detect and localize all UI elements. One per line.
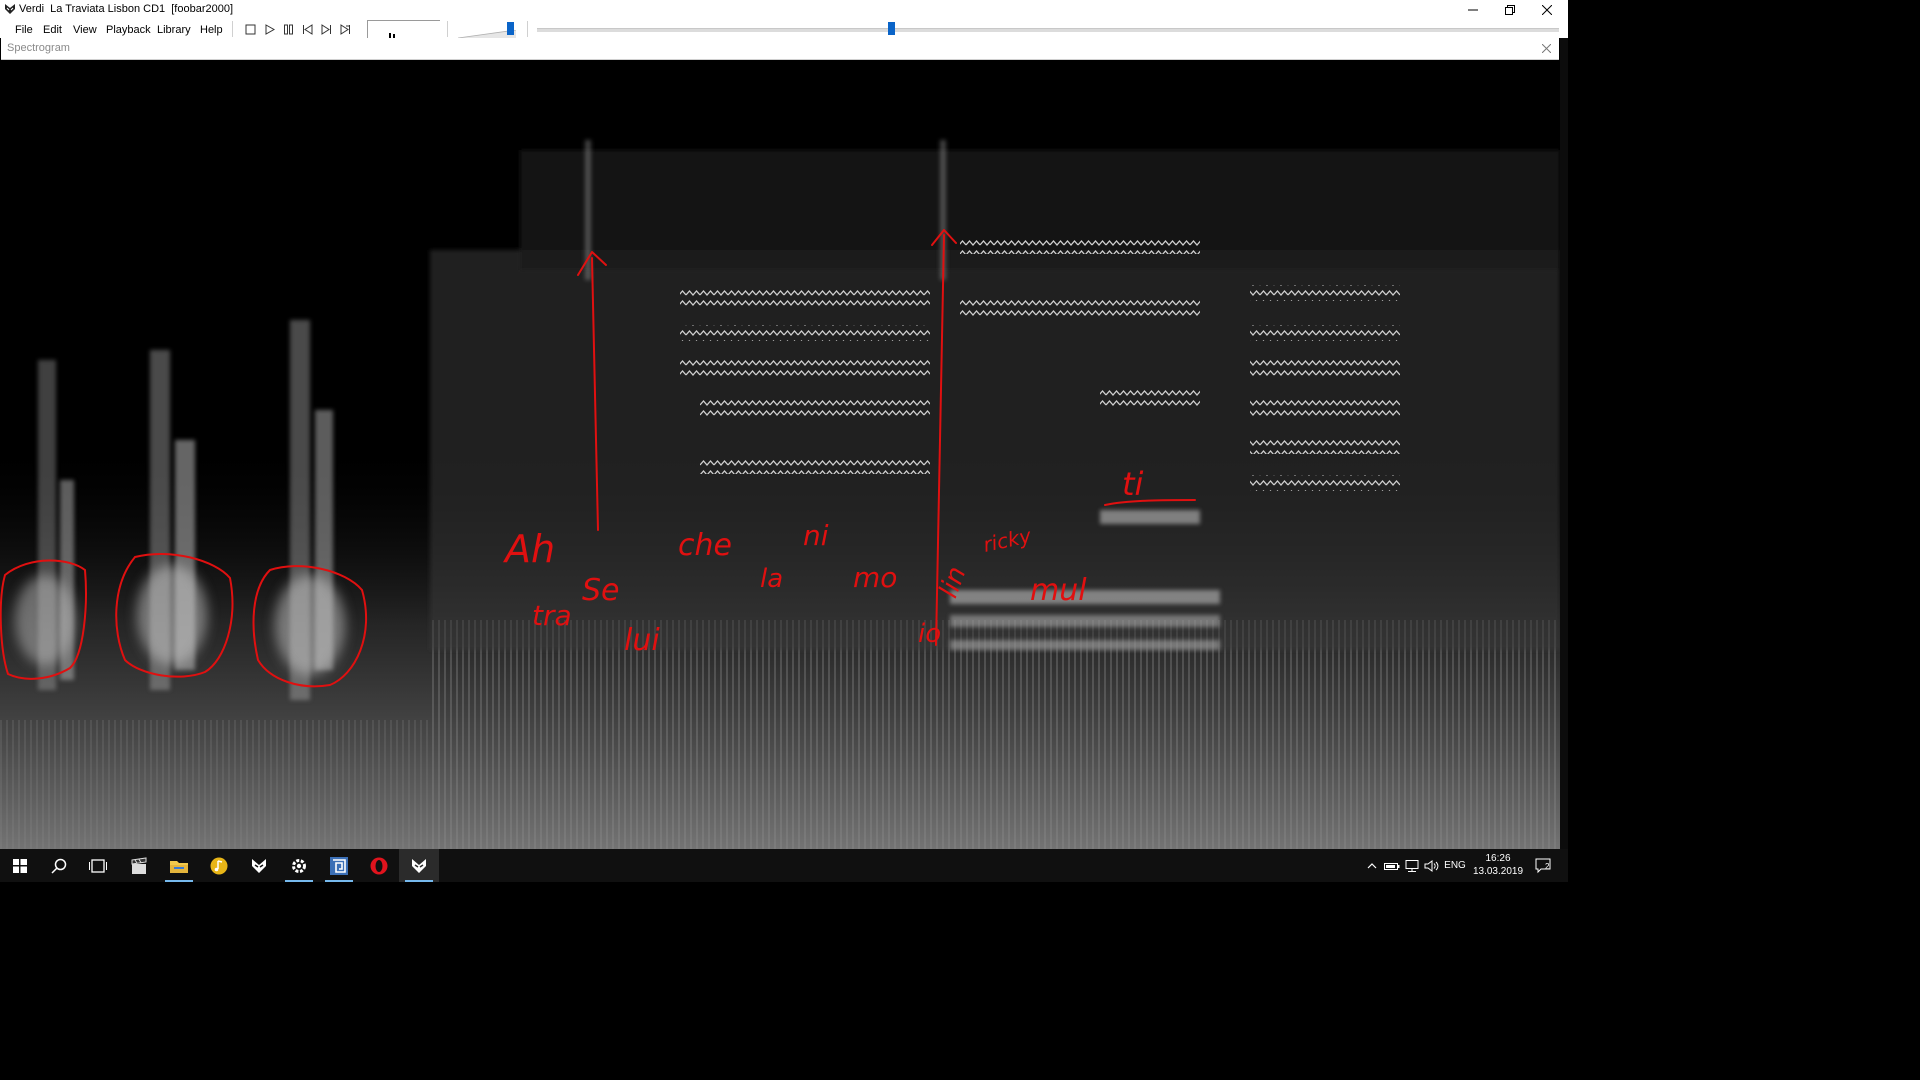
battery-icon: [1384, 862, 1400, 870]
search-button[interactable]: [39, 849, 79, 882]
action-center-button[interactable]: 2: [1532, 849, 1556, 882]
notification-count: 2: [1545, 862, 1550, 871]
previous-icon: [302, 23, 312, 35]
taskbar-app-opera[interactable]: [359, 849, 399, 882]
menu-library[interactable]: Library: [157, 24, 191, 36]
volume-button[interactable]: [1423, 849, 1441, 882]
fox-icon: [252, 858, 266, 873]
taskbar-app-foobar2000[interactable]: [399, 849, 439, 882]
play-icon: [265, 23, 275, 35]
taskbar: ENG 16:26 13.03.2019 2: [0, 849, 1568, 882]
minimize-icon: [1468, 9, 1478, 11]
stop-icon: [245, 24, 255, 34]
maximize-button[interactable]: [1492, 0, 1528, 20]
speaker-icon: [1424, 859, 1439, 872]
taskbar-app-music[interactable]: [199, 849, 239, 882]
panel-edge: [1560, 38, 1568, 849]
window-title: Verdi La Traviata Lisbon CD1 [foobar2000…: [19, 3, 234, 15]
windows-icon: [13, 858, 27, 873]
gear-icon: [292, 858, 306, 873]
clapperboard-icon: [131, 856, 147, 874]
task-view-button[interactable]: [78, 849, 118, 882]
clock-time: 16:26: [1485, 853, 1511, 864]
network-button[interactable]: [1402, 849, 1422, 882]
close-button[interactable]: [1529, 0, 1565, 20]
annotation-word: che: [678, 528, 732, 563]
visualization-box: [367, 20, 440, 38]
annotation-word: mul: [1030, 573, 1087, 608]
noise-stripes: [0, 720, 430, 849]
stop-button[interactable]: [243, 22, 257, 36]
chevron-up-icon: [1367, 862, 1377, 868]
volume-slider-thumb[interactable]: [507, 22, 514, 35]
menu-edit[interactable]: Edit: [43, 24, 62, 36]
menu-view[interactable]: View: [73, 24, 97, 36]
panel-title: Spectrogram: [7, 42, 70, 54]
pause-icon: [283, 24, 293, 34]
music-note-icon: [210, 857, 228, 874]
play-button[interactable]: [262, 22, 276, 36]
battery-button[interactable]: [1383, 849, 1401, 882]
annotation-word: Ah: [502, 527, 555, 571]
random-icon: [340, 23, 350, 35]
annotation-word: Se: [582, 573, 620, 608]
taskbar-app-maze[interactable]: [319, 849, 359, 882]
panel-close-button[interactable]: [1537, 39, 1555, 57]
toolbar-separator: [527, 21, 528, 37]
foobar2000-icon: [412, 858, 426, 873]
spectrogram-panel-header: Spectrogram: [1, 38, 1559, 60]
annotation-word: mo: [853, 561, 897, 594]
start-button[interactable]: [0, 849, 40, 882]
level-meter-icon: [389, 33, 395, 38]
menu-help[interactable]: Help: [200, 24, 223, 36]
toolbar-separator: [447, 21, 448, 37]
annotation-word: lui: [624, 623, 660, 658]
annotation-word: io: [918, 619, 941, 649]
pause-button[interactable]: [281, 22, 295, 36]
clock-date: 13.03.2019: [1472, 866, 1524, 877]
foobar2000-icon: [5, 4, 15, 14]
opera-icon: [370, 857, 388, 874]
close-icon: [1541, 43, 1551, 53]
menu-file[interactable]: File: [15, 24, 33, 36]
random-button[interactable]: [338, 22, 352, 36]
annotation-word: ni: [803, 519, 829, 552]
noise-stripes: [430, 620, 1560, 849]
taskbar-app-settings[interactable]: [279, 849, 319, 882]
seekbar-track[interactable]: [537, 28, 1559, 32]
language-indicator[interactable]: ENG: [1442, 849, 1468, 882]
next-icon: [321, 23, 331, 35]
network-icon: [1405, 859, 1419, 872]
close-icon: [1542, 5, 1552, 15]
taskbar-app-clapper[interactable]: [119, 849, 159, 882]
menu-playback[interactable]: Playback: [106, 24, 151, 36]
annotation-word: tra: [532, 599, 572, 632]
menu-bar: File Edit View Playback Library Help: [0, 20, 1568, 38]
annotation-word: la: [760, 564, 783, 594]
taskbar-app-foobar-alt[interactable]: [239, 849, 279, 882]
seekbar-thumb[interactable]: [888, 22, 895, 35]
annotation-word: ti: [1122, 465, 1144, 503]
toolbar-separator: [232, 21, 233, 37]
maximize-icon: [1505, 5, 1515, 15]
taskbar-app-file-explorer[interactable]: [159, 849, 199, 882]
search-icon: [51, 858, 67, 874]
tray-overflow-button[interactable]: [1364, 849, 1380, 882]
maze-icon: [330, 856, 348, 875]
task-view-icon: [89, 858, 107, 873]
title-bar: Verdi La Traviata Lisbon CD1 [foobar2000…: [0, 0, 1568, 20]
minimize-button[interactable]: [1455, 0, 1491, 20]
previous-button[interactable]: [300, 22, 314, 36]
spectrogram-view: Ah Se tra lui che la ni mo lin io ricky …: [0, 60, 1560, 849]
clock[interactable]: 16:26 13.03.2019: [1470, 852, 1526, 878]
notification-icon: [1535, 858, 1551, 873]
next-button[interactable]: [319, 22, 333, 36]
folder-icon: [170, 860, 188, 873]
